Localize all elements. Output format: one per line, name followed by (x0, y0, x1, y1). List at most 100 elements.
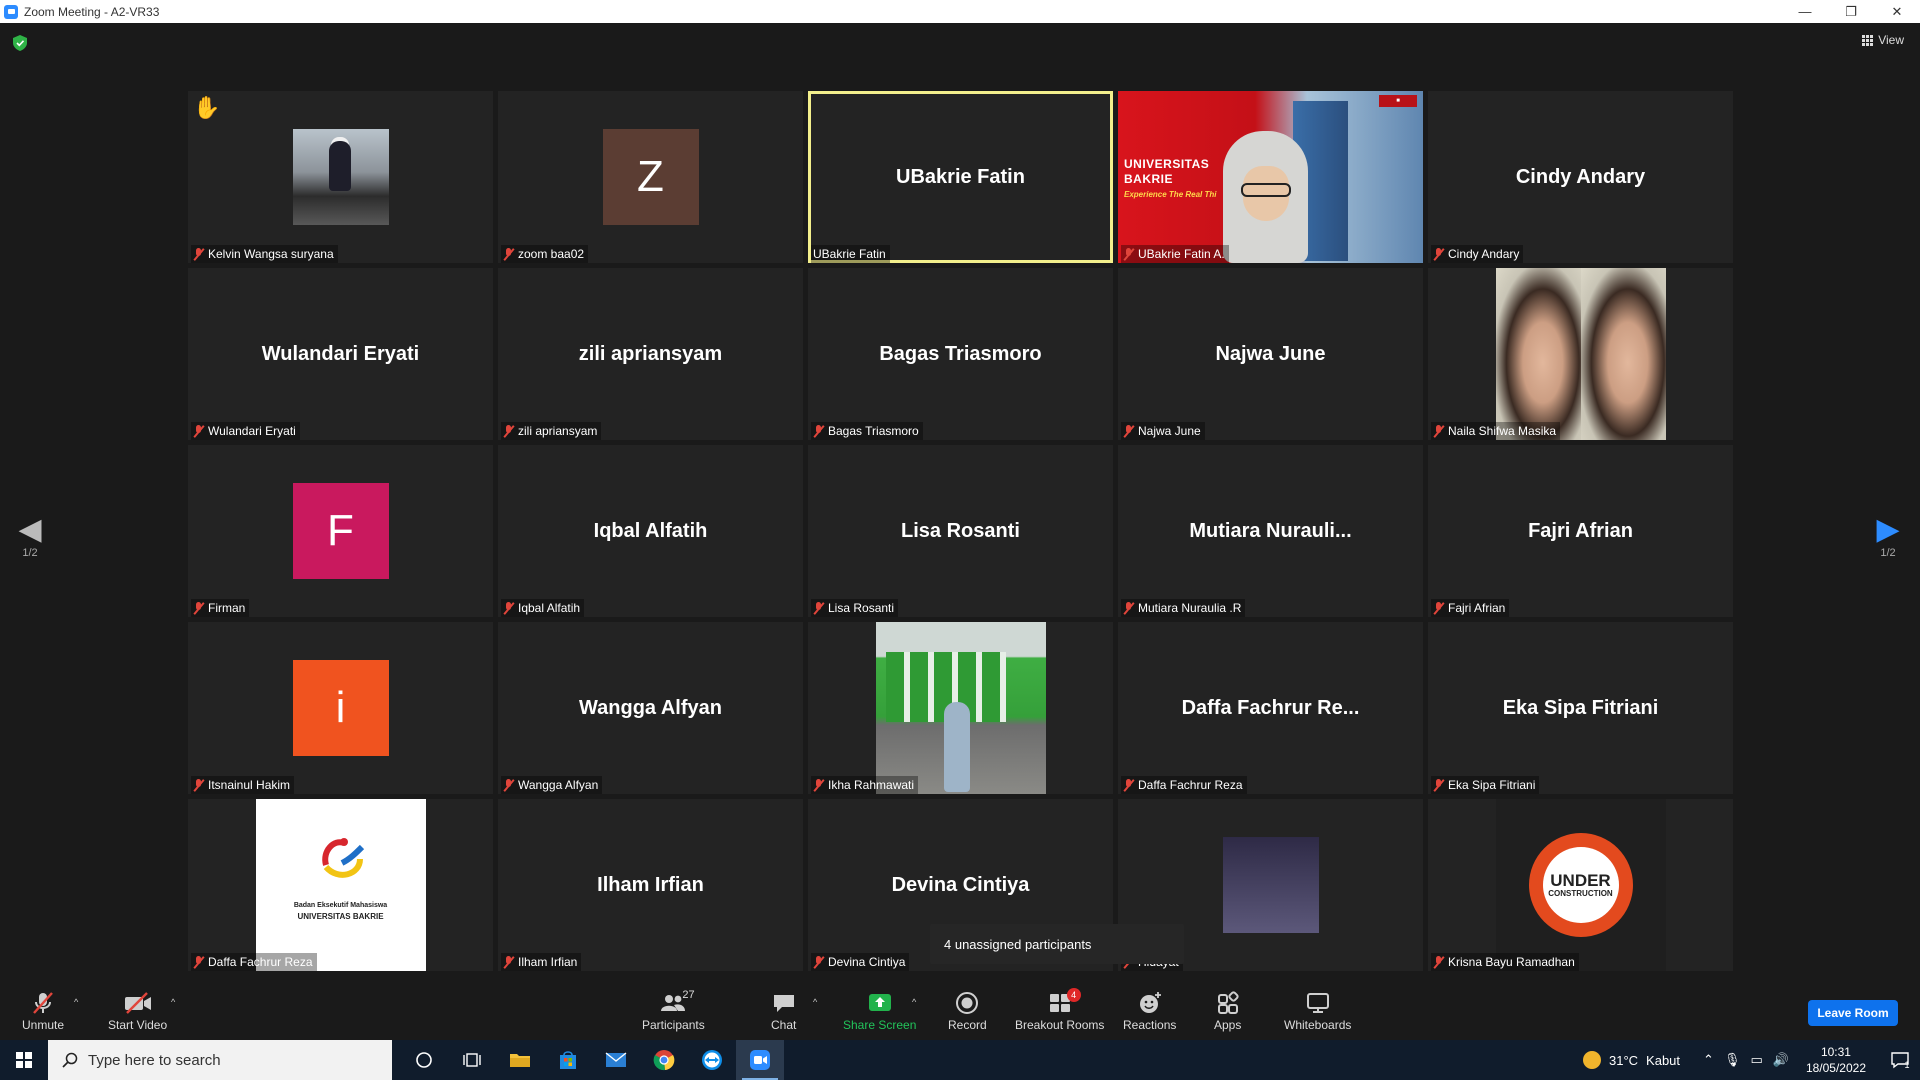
share-options-chevron-icon[interactable]: ^ (912, 997, 916, 1007)
participant-tile[interactable]: Wangga Alfyan Wangga Alfyan (498, 622, 803, 794)
chrome-icon (653, 1050, 675, 1071)
participant-tile-active-speaker[interactable]: UBakrie Fatin UBakrie Fatin (808, 91, 1113, 263)
zoom-icon (750, 1050, 770, 1070)
page-indicator-left: 1/2 (22, 547, 38, 559)
participant-tile-video[interactable]: ■ UNIVERSITAS BAKRIE Experience The Real … (1118, 91, 1423, 263)
participant-tile[interactable]: i Itsnainul Hakim (188, 622, 493, 794)
participant-tile[interactable]: Lisa Rosanti Lisa Rosanti (808, 445, 1113, 617)
minimize-button[interactable]: — (1782, 0, 1828, 23)
volume-icon[interactable]: 🔊 (1773, 1052, 1789, 1068)
view-button[interactable]: View (1862, 33, 1904, 47)
chrome-button[interactable] (640, 1040, 688, 1080)
search-placeholder: Type here to search (88, 1051, 221, 1069)
weather-widget[interactable]: 31°C Kabut (1583, 1051, 1680, 1069)
leave-room-button[interactable]: Leave Room (1808, 1000, 1898, 1026)
clock-date: 18/05/2022 (1805, 1061, 1866, 1075)
record-button[interactable]: Record (948, 991, 987, 1032)
mic-muted-icon (503, 247, 515, 261)
participant-name-label: Ilham Irfian (501, 953, 582, 971)
chat-options-chevron-icon[interactable]: ^ (813, 997, 817, 1007)
participants-button[interactable]: 27 Participants (642, 989, 705, 1032)
chat-icon (773, 995, 794, 1012)
whiteboards-button[interactable]: Whiteboards (1284, 991, 1351, 1032)
chevron-up-icon[interactable]: ⌃ (1703, 1052, 1714, 1068)
taskbar-clock[interactable]: 10:31 18/05/2022 (1806, 1044, 1866, 1076)
participant-tile[interactable]: Mutiara Nurauli... Mutiara Nuraulia .R (1118, 445, 1423, 617)
video-off-icon (124, 992, 151, 1014)
start-button[interactable] (0, 1040, 48, 1080)
profile-photo (875, 622, 1046, 794)
search-icon (62, 1052, 78, 1068)
participants-count: 27 (682, 989, 695, 1001)
mic-muted-icon (1433, 424, 1445, 438)
apps-button[interactable]: Apps (1214, 991, 1241, 1032)
participant-name-label: Fajri Afrian (1431, 599, 1510, 617)
breakout-rooms-button[interactable]: 4 Breakout Rooms (1015, 988, 1105, 1032)
participant-name: zili apriansyam (518, 424, 598, 438)
video-banner-tagline: Experience The Real Thi (1124, 190, 1217, 199)
apps-label: Apps (1214, 1018, 1242, 1032)
cortana-button[interactable] (400, 1040, 448, 1080)
network-icon[interactable]: ▭ (1750, 1052, 1762, 1068)
breakout-rooms-label: Breakout Rooms (1015, 1018, 1105, 1032)
participant-tile[interactable]: Badan Eksekutif Mahasiswa UNIVERSITAS BA… (188, 799, 493, 971)
restore-button[interactable]: ❐ (1828, 0, 1874, 23)
share-screen-button[interactable]: Share Screen (843, 991, 916, 1032)
participant-display-name: Ilham Irfian (597, 873, 704, 896)
next-page-button[interactable]: ▶ 1/2 (1868, 513, 1908, 559)
window-controls: — ❐ ✕ (1782, 0, 1920, 23)
participant-tile[interactable]: Naila Shifwa Masika (1428, 268, 1733, 440)
mic-muted-icon (193, 424, 205, 438)
participant-name-label: Cindy Andary (1431, 245, 1524, 263)
participant-tile[interactable]: UNDER CONSTRUCTION Krisna Bayu Ramadhan (1428, 799, 1733, 971)
reactions-label: Reactions (1123, 1018, 1177, 1032)
participant-tile[interactable]: zili apriansyam zili apriansyam (498, 268, 803, 440)
participant-display-name: Wulandari Eryati (261, 342, 420, 365)
mic-muted-icon (503, 424, 515, 438)
participant-name: Fajri Afrian (1448, 601, 1506, 615)
participant-tile[interactable]: Bagas Triasmoro Bagas Triasmoro (808, 268, 1113, 440)
participant-tile[interactable]: Z zoom baa02 (498, 91, 803, 263)
weather-condition: Kabut (1646, 1052, 1681, 1068)
zoom-app-icon (4, 4, 18, 19)
store-bag-icon (560, 1051, 576, 1069)
mic-muted-icon (813, 601, 825, 615)
cortana-circle-icon (416, 1052, 432, 1068)
start-video-button[interactable]: Start Video (108, 991, 167, 1032)
participant-tile[interactable]: F Firman (188, 445, 493, 617)
audio-options-chevron-icon[interactable]: ^ (74, 997, 78, 1007)
participant-tile[interactable]: Cindy Andary Cindy Andary (1428, 91, 1733, 263)
action-center-button[interactable]: 1 (1880, 1040, 1920, 1080)
teamviewer-button[interactable] (688, 1040, 736, 1080)
video-options-chevron-icon[interactable]: ^ (171, 997, 175, 1007)
unmute-button[interactable]: Unmute (22, 991, 64, 1032)
logo-line-1: UNDER (1550, 871, 1611, 890)
participant-tile[interactable]: Iqbal Alfatih Iqbal Alfatih (498, 445, 803, 617)
participant-tile[interactable]: ✋ Kelvin Wangsa suryana (188, 91, 493, 263)
participant-tile[interactable]: Ikha Rahmawati (808, 622, 1113, 794)
participant-name: Bagas Triasmoro (828, 424, 919, 438)
participant-tile[interactable]: Eka Sipa Fitriani Eka Sipa Fitriani (1428, 622, 1733, 794)
mail-button[interactable] (592, 1040, 640, 1080)
participant-tile[interactable]: Fajri Afrian Fajri Afrian (1428, 445, 1733, 617)
participant-name: Iqbal Alfatih (518, 601, 581, 615)
reactions-button[interactable]: Reactions (1123, 991, 1176, 1032)
participant-tile[interactable]: Ilham Irfian Ilham Irfian (498, 799, 803, 971)
zoom-taskbar-button[interactable] (736, 1040, 784, 1080)
chat-button[interactable]: Chat (771, 991, 796, 1032)
task-view-button[interactable] (448, 1040, 496, 1080)
microphone-icon[interactable]: 🎙 (1724, 1052, 1741, 1068)
participant-tile[interactable]: Najwa June Najwa June (1118, 268, 1423, 440)
close-button[interactable]: ✕ (1874, 0, 1920, 23)
encryption-shield-icon[interactable] (13, 35, 27, 51)
file-explorer-button[interactable] (496, 1040, 544, 1080)
participant-display-name: Lisa Rosanti (901, 519, 1020, 542)
participant-tile[interactable]: Daffa Fachrur Re... Daffa Fachrur Reza (1118, 622, 1423, 794)
microsoft-store-button[interactable] (544, 1040, 592, 1080)
participant-name: Daffa Fachrur Reza (1138, 778, 1243, 792)
participant-name-label: Bagas Triasmoro (811, 422, 923, 440)
page-indicator-right: 1/2 (1880, 547, 1896, 559)
taskbar-search-box[interactable]: Type here to search (48, 1040, 392, 1080)
participant-tile[interactable]: Wulandari Eryati Wulandari Eryati (188, 268, 493, 440)
previous-page-button[interactable]: ◀ 1/2 (10, 513, 50, 559)
